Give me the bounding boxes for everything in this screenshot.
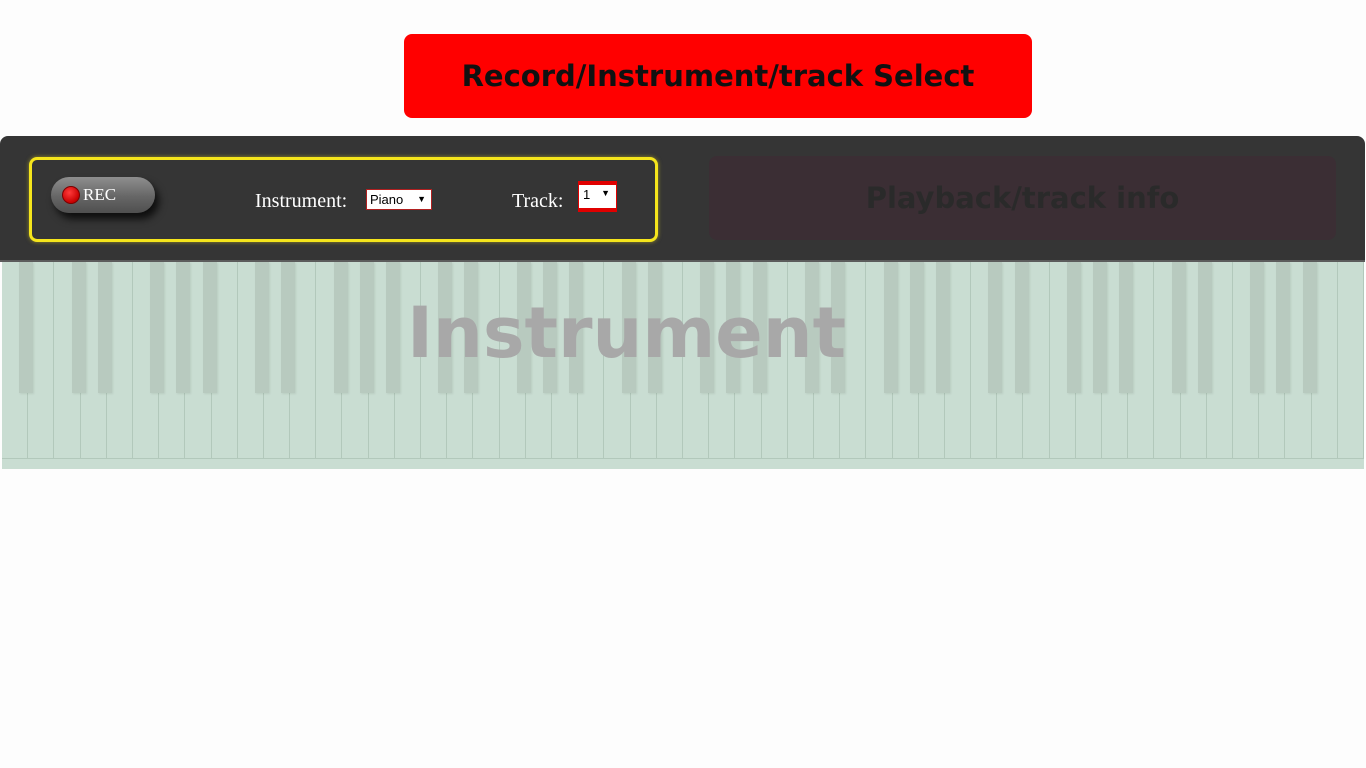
record-button-label: REC [83,185,117,204]
black-key[interactable] [516,262,531,393]
white-key[interactable] [1338,262,1364,459]
black-key[interactable] [883,262,898,393]
black-key[interactable] [543,262,558,393]
black-key[interactable] [176,262,191,393]
black-key[interactable] [700,262,715,393]
track-select[interactable]: 1 ▼ [578,181,617,212]
black-key[interactable] [1066,262,1081,393]
black-key[interactable] [254,262,269,393]
black-key[interactable] [202,262,217,393]
black-key[interactable] [621,262,636,393]
black-key[interactable] [359,262,374,393]
piano-keyboard[interactable]: Instrument [2,262,1364,469]
black-key[interactable] [935,262,950,393]
dropdown-arrow-icon: ▼ [601,188,610,198]
black-key[interactable] [1250,262,1265,393]
black-key[interactable] [1302,262,1317,393]
black-key[interactable] [831,262,846,393]
black-key[interactable] [726,262,741,393]
black-key[interactable] [464,262,479,393]
toolbar: REC Instrument: Piano ▼ Track: 1 ▼ Playb… [0,136,1365,262]
dropdown-arrow-icon: ▼ [417,194,426,204]
instrument-select[interactable]: Piano ▼ [366,189,432,210]
black-key[interactable] [647,262,662,393]
keyboard-base [2,458,1364,469]
black-key[interactable] [988,262,1003,393]
black-key[interactable] [752,262,767,393]
track-label: Track: [512,190,564,212]
track-select-value: 1 [583,187,591,202]
instrument-label: Instrument: [255,190,348,212]
black-key[interactable] [804,262,819,393]
black-key[interactable] [281,262,296,393]
black-key[interactable] [150,262,165,393]
record-controls-panel: REC Instrument: Piano ▼ Track: 1 ▼ [29,157,658,242]
black-key[interactable] [909,262,924,393]
black-key[interactable] [1119,262,1134,393]
black-key[interactable] [1093,262,1108,393]
playback-info-panel: Playback/track info [709,156,1336,240]
black-key[interactable] [333,262,348,393]
black-key[interactable] [1276,262,1291,393]
black-key[interactable] [19,262,34,393]
instrument-select-value: Piano [370,192,404,207]
black-key[interactable] [97,262,112,393]
section-banner: Record/Instrument/track Select [404,34,1032,118]
record-dot-icon [62,186,80,204]
black-key[interactable] [438,262,453,393]
black-key[interactable] [71,262,86,393]
black-key[interactable] [1171,262,1186,393]
black-key[interactable] [1014,262,1029,393]
black-key[interactable] [385,262,400,393]
record-button[interactable]: REC [51,177,155,213]
black-key[interactable] [569,262,584,393]
black-key[interactable] [1197,262,1212,393]
